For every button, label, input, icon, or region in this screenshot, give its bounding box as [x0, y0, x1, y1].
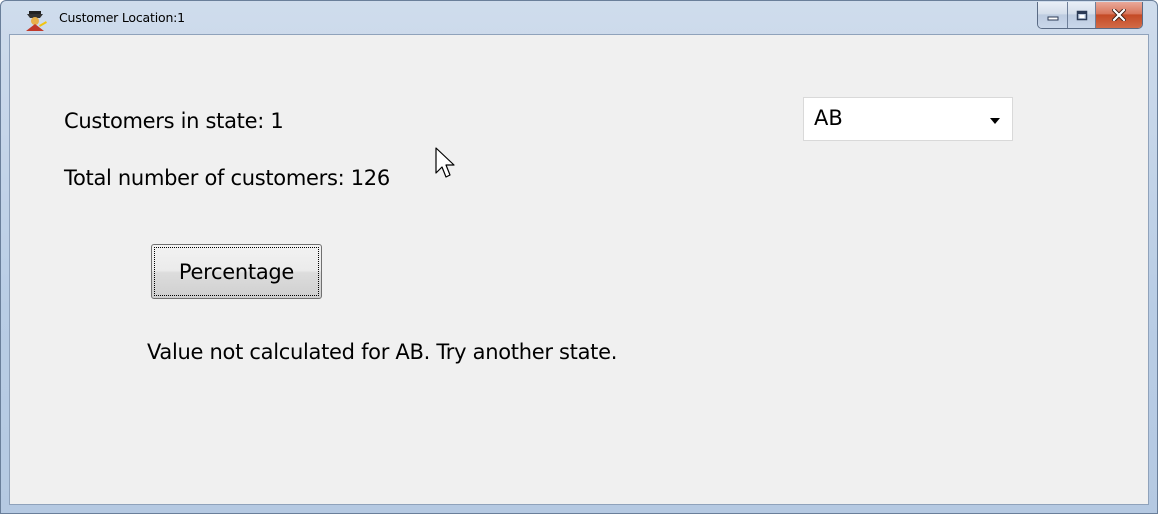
minimize-button[interactable] — [1038, 2, 1068, 28]
app-logo-icon[interactable] — [23, 9, 49, 31]
app-window: Customer Location:1 Customers in state: … — [0, 0, 1158, 514]
close-button[interactable] — [1096, 2, 1142, 28]
client-area: Customers in state: 1 Total number of cu… — [9, 34, 1149, 505]
status-message: Value not calculated for AB. Try another… — [147, 340, 618, 364]
maximize-icon — [1076, 6, 1088, 25]
window-title: Customer Location:1 — [59, 10, 185, 25]
caption-buttons — [1037, 2, 1143, 29]
close-icon — [1111, 6, 1127, 25]
minimize-icon — [1047, 6, 1059, 25]
state-select-value: AB — [814, 106, 843, 130]
customers-in-state-label: Customers in state: 1 — [64, 109, 284, 133]
percentage-button[interactable]: Percentage — [151, 244, 322, 299]
chevron-down-icon[interactable] — [990, 118, 1000, 124]
total-customers-label: Total number of customers: 126 — [64, 166, 390, 190]
title-bar[interactable]: Customer Location:1 — [1, 1, 1157, 33]
mouse-pointer-icon — [435, 147, 457, 181]
percentage-button-label: Percentage — [154, 247, 319, 296]
state-select[interactable]: AB — [803, 97, 1013, 141]
maximize-button[interactable] — [1068, 2, 1096, 28]
